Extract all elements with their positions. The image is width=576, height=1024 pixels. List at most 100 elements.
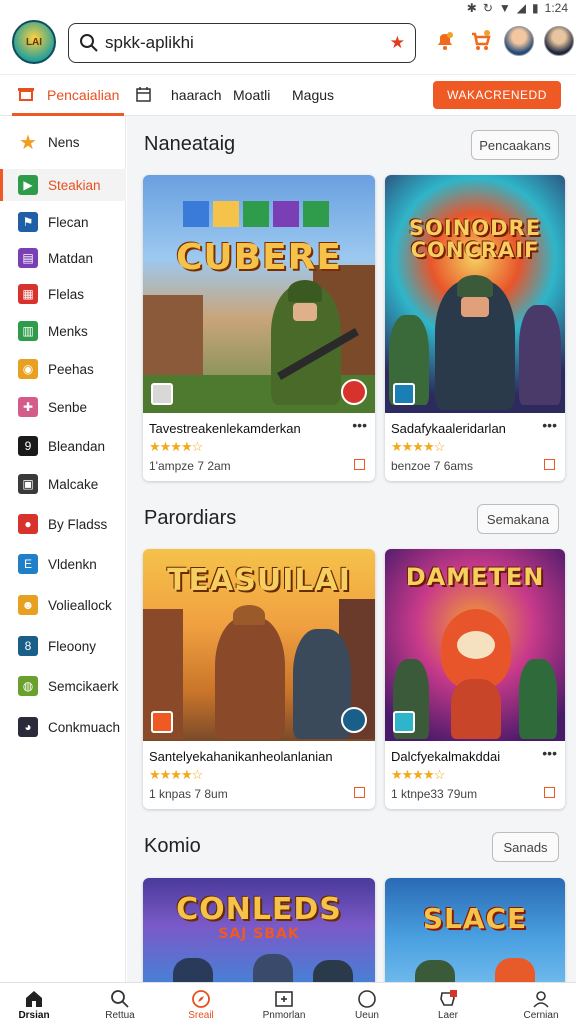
- more-options-icon[interactable]: •••: [542, 745, 557, 761]
- nav-badge[interactable]: Laer: [418, 989, 478, 1021]
- sidebar-item[interactable]: ▥ Menks: [0, 315, 126, 347]
- sidebar-item-label: Semcikaerk: [48, 678, 119, 694]
- game-title: Santelyekahanikanheolanlanian: [149, 749, 333, 764]
- notification-bell-icon[interactable]: [432, 28, 458, 54]
- game-title: Tavestreakenlekamderkan: [149, 421, 301, 436]
- sidebar-item[interactable]: ☻ Volieallock: [0, 589, 126, 621]
- search-input[interactable]: [105, 33, 395, 53]
- section-more-button[interactable]: Pencaakans: [471, 130, 559, 160]
- cart-icon[interactable]: [468, 28, 494, 54]
- battery-icon: ▮: [532, 1, 539, 15]
- sidebar-item[interactable]: ◍ Semcikaerk: [0, 670, 126, 702]
- profile-avatar[interactable]: [544, 26, 574, 56]
- game-card[interactable]: CUBERE Tavestreakenlekamderkan ••• ★★★★☆…: [143, 175, 375, 481]
- nav-home[interactable]: Drsian: [4, 989, 64, 1021]
- circle-icon: [337, 989, 397, 1011]
- soldier-figure: [519, 305, 561, 405]
- art-title: CONLEDS: [176, 892, 342, 927]
- face-icon: ☻: [18, 595, 38, 615]
- doc-icon: E: [18, 554, 38, 574]
- nav-add[interactable]: Pnmorlan: [254, 989, 314, 1021]
- section-more-button[interactable]: Semakana: [477, 504, 559, 534]
- sidebar-item-label: Steakian: [48, 177, 101, 193]
- art-title: DAMETEN: [405, 563, 545, 591]
- face-shape: [293, 303, 317, 321]
- section-more-button[interactable]: Sanads: [492, 832, 559, 862]
- sidebar-item[interactable]: E Vldenkn: [0, 548, 126, 580]
- compass-icon: [171, 989, 231, 1011]
- signal-icon: ◢: [516, 1, 527, 15]
- more-options-icon[interactable]: •••: [352, 417, 367, 433]
- helmet-shape: [233, 605, 265, 625]
- soldier-figure: [519, 659, 557, 739]
- sidebar-item[interactable]: ▤ Matdan: [0, 242, 126, 274]
- art-title: SLACE: [422, 902, 528, 935]
- soldier-figure: [173, 958, 213, 982]
- game-artwork: SLACE: [385, 878, 565, 982]
- user-avatar[interactable]: [504, 26, 534, 56]
- bookmark-icon[interactable]: [544, 787, 555, 798]
- game-card[interactable]: SLACE: [385, 878, 565, 982]
- store-icon: [18, 88, 34, 101]
- nav-explore[interactable]: Sreail: [171, 989, 231, 1021]
- game-artwork: CONLEDS SAJ SBAK: [143, 878, 375, 982]
- art-title: TEASUILAI: [167, 563, 351, 598]
- section-title: Naneataig: [144, 133, 236, 155]
- sidebar-item[interactable]: ▶ Steakian: [0, 169, 126, 201]
- bookmark-icon[interactable]: [354, 787, 365, 798]
- sidebar-item[interactable]: ● By Fladss: [0, 508, 126, 540]
- sidebar-item-label: Fleoony: [48, 638, 97, 654]
- fox-face: [457, 631, 495, 659]
- top-actions: [432, 26, 574, 56]
- game-card[interactable]: CONLEDS SAJ SBAK: [143, 878, 375, 982]
- tab-pencaialian[interactable]: Pencaialian: [47, 87, 119, 103]
- more-options-icon[interactable]: •••: [542, 417, 557, 433]
- platform-badge: [151, 383, 173, 405]
- sidebar-item[interactable]: ◉ Peehas: [0, 353, 126, 385]
- promo-button[interactable]: WAKACRENEDD: [433, 81, 561, 109]
- bluetooth-icon: ✱: [466, 1, 477, 15]
- favorite-star-icon[interactable]: ★: [390, 33, 405, 53]
- rating-stars: ★★★★☆: [149, 767, 203, 782]
- sidebar-item[interactable]: ◕ Conkmuach: [0, 711, 126, 743]
- user-icon: [511, 989, 571, 1011]
- art-title: SOINODRE CONCRAIF: [408, 216, 542, 262]
- sync-icon: ↻: [482, 1, 493, 15]
- sidebar-item[interactable]: 8 Fleoony: [0, 630, 126, 662]
- sidebar-item-label: Conkmuach: [48, 719, 121, 735]
- tab-magus[interactable]: Magus: [292, 87, 334, 103]
- bottom-navigation: Drsian Rettua Sreail Pnmorlan Ueun Laer: [0, 982, 576, 1024]
- sidebar-item-label: Vldenkn: [48, 556, 97, 572]
- soldier-figure: [313, 960, 353, 982]
- game-card[interactable]: SOINODRE CONCRAIF Sadafykaaleridarlan ••…: [385, 175, 565, 481]
- game-artwork: DAMETEN: [385, 549, 565, 741]
- status-bar: ✱ ↻ ▼ ◢ ▮ 1:24: [0, 0, 576, 18]
- sidebar-item[interactable]: ▦ Flelas: [0, 278, 126, 310]
- face-shape: [461, 297, 489, 317]
- bookmark-icon[interactable]: [544, 459, 555, 470]
- game-card[interactable]: TEASUILAI Santelyekahanikanheolanlanian …: [143, 549, 375, 809]
- main-content: Naneataig Pencaakans CUBERE Tavestreaken…: [127, 116, 576, 982]
- nav-search[interactable]: Rettua: [90, 989, 150, 1021]
- nav-circle[interactable]: Ueun: [337, 989, 397, 1021]
- tab-moatli[interactable]: Moatli: [233, 87, 270, 103]
- sidebar-item[interactable]: ✚ Senbe: [0, 391, 126, 423]
- app-logo[interactable]: LAI: [12, 20, 56, 64]
- sidebar-item[interactable]: ⚑ Flecan: [0, 206, 126, 238]
- status-time: 1:24: [544, 1, 568, 15]
- platform-badge: [151, 711, 173, 733]
- sidebar-item-label: Senbe: [48, 399, 88, 415]
- play-icon: ▶: [18, 175, 38, 195]
- tab-haarach[interactable]: haarach: [171, 87, 222, 103]
- sidebar-item[interactable]: ★ Nens: [0, 126, 126, 158]
- bookmark-icon[interactable]: [354, 459, 365, 470]
- nav-profile[interactable]: Cernian: [511, 989, 571, 1021]
- sidebar-item[interactable]: 9 Bleandan: [0, 430, 126, 462]
- search-box[interactable]: ★: [68, 23, 416, 63]
- soldier-figure: [215, 617, 285, 739]
- art-subtitle: SAJ SBAK: [218, 926, 300, 942]
- game-card[interactable]: DAMETEN Dalcfyekalmakddai ••• ★★★★☆ 1 kt…: [385, 549, 565, 809]
- helmet-shape: [457, 275, 493, 297]
- sidebar-item[interactable]: ▣ Malcake: [0, 468, 126, 500]
- sidebar-item-label: Malcake: [48, 476, 99, 492]
